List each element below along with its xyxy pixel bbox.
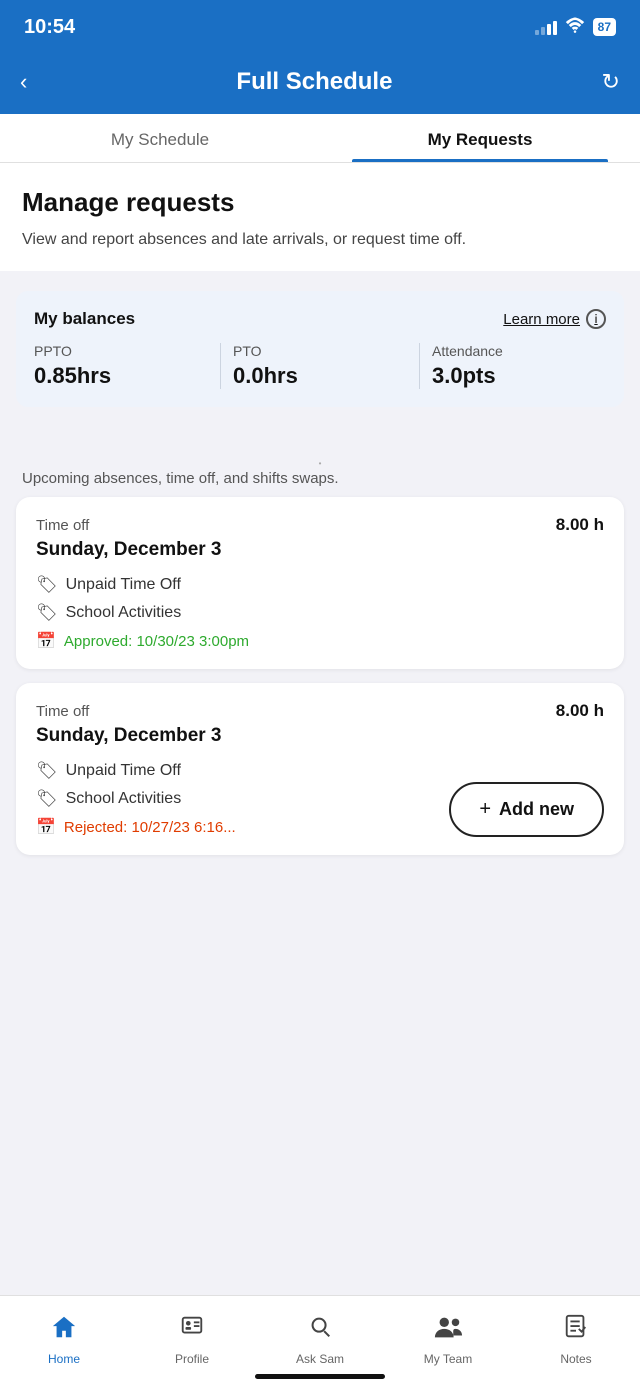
learn-more-link[interactable]: Learn more i [503,309,606,329]
wifi-icon [565,17,585,38]
cards-area: Time off 8.00 h Sunday, December 3 🏷 Unp… [0,497,640,885]
balances-card: My balances Learn more i PPTO 0.85hrs PT… [16,291,624,407]
card-detail-school-2: 🏷 School Activities [36,789,236,809]
tag-icon-3: 🏷 [36,761,58,781]
notes-icon [563,1314,589,1347]
request-card-1[interactable]: Time off 8.00 h Sunday, December 3 🏷 Unp… [16,497,624,669]
team-icon [433,1314,463,1347]
bottom-nav: Home Profile Ask Sam [0,1295,640,1385]
nav-notes-label: Notes [560,1352,591,1366]
refresh-button[interactable]: ↻ [602,69,620,95]
card-detail-unpaid: 🏷 Unpaid Time Off [36,575,604,595]
plus-icon: + [479,798,491,821]
card-date-2: Sunday, December 3 [36,725,604,747]
upcoming-section: • Upcoming absences, time off, and shift… [0,437,640,497]
balance-pto: PTO 0.0hrs [233,343,420,389]
back-button[interactable]: ‹ [20,69,27,95]
manage-description: View and report absences and late arriva… [22,228,618,251]
card-top-row-2: Time off 8.00 h [36,701,604,721]
add-new-button[interactable]: + Add new [449,782,604,837]
nav-my-team-label: My Team [424,1352,472,1366]
home-icon [50,1314,78,1347]
nav-notes[interactable]: Notes [512,1296,640,1375]
nav-ask-sam-label: Ask Sam [296,1352,344,1366]
tag-icon-2: 🏷 [36,603,58,623]
tab-my-requests[interactable]: My Requests [320,114,640,162]
upcoming-text: Upcoming absences, time off, and shifts … [22,470,618,487]
status-bar: 10:54 87 [0,0,640,54]
balances-row: PPTO 0.85hrs PTO 0.0hrs Attendance 3.0pt… [34,343,606,389]
dot-indicator: • [22,453,618,470]
search-icon [306,1314,334,1347]
card-date: Sunday, December 3 [36,539,604,561]
card-status-row: 📅 Approved: 10/30/23 3:00pm [36,631,604,651]
nav-home[interactable]: Home [0,1296,128,1375]
profile-icon [178,1314,206,1347]
balances-top-row: My balances Learn more i [34,309,606,329]
status-time: 10:54 [24,16,75,39]
tab-my-schedule[interactable]: My Schedule [0,114,320,162]
card-bottom-row: 🏷 School Activities 📅 Rejected: 10/27/23… [36,789,604,837]
home-indicator [255,1374,385,1379]
page-title: Full Schedule [236,68,392,96]
nav-profile[interactable]: Profile [128,1296,256,1375]
card-detail-unpaid-2: 🏷 Unpaid Time Off [36,761,604,781]
tag-icon-4: 🏷 [36,789,58,809]
manage-header: Manage requests View and report absences… [0,163,640,271]
balance-attendance: Attendance 3.0pts [432,343,606,389]
app-header: ‹ Full Schedule ↻ [0,54,640,114]
request-card-2[interactable]: Time off 8.00 h Sunday, December 3 🏷 Unp… [16,683,624,855]
info-icon: i [586,309,606,329]
card-top-row: Time off 8.00 h [36,515,604,535]
signal-icon [535,19,557,35]
calendar-icon-2: 📅 [36,817,56,837]
nav-my-team[interactable]: My Team [384,1296,512,1375]
add-new-label: Add new [499,799,574,820]
section-divider [0,427,640,437]
card-detail-school: 🏷 School Activities [36,603,604,623]
nav-profile-label: Profile [175,1352,209,1366]
tag-icon: 🏷 [36,575,58,595]
status-icons: 87 [535,17,616,38]
battery-indicator: 87 [593,18,616,36]
nav-ask-sam[interactable]: Ask Sam [256,1296,384,1375]
manage-title: Manage requests [22,187,618,218]
calendar-icon: 📅 [36,631,56,651]
tab-bar: My Schedule My Requests [0,114,640,163]
balances-title: My balances [34,309,135,329]
nav-home-label: Home [48,1352,80,1366]
status-rejected: Rejected: 10/27/23 6:16... [64,819,236,836]
card-status-row-2: 📅 Rejected: 10/27/23 6:16... [36,817,236,837]
status-approved: Approved: 10/30/23 3:00pm [64,633,249,650]
balance-ppto: PPTO 0.85hrs [34,343,221,389]
